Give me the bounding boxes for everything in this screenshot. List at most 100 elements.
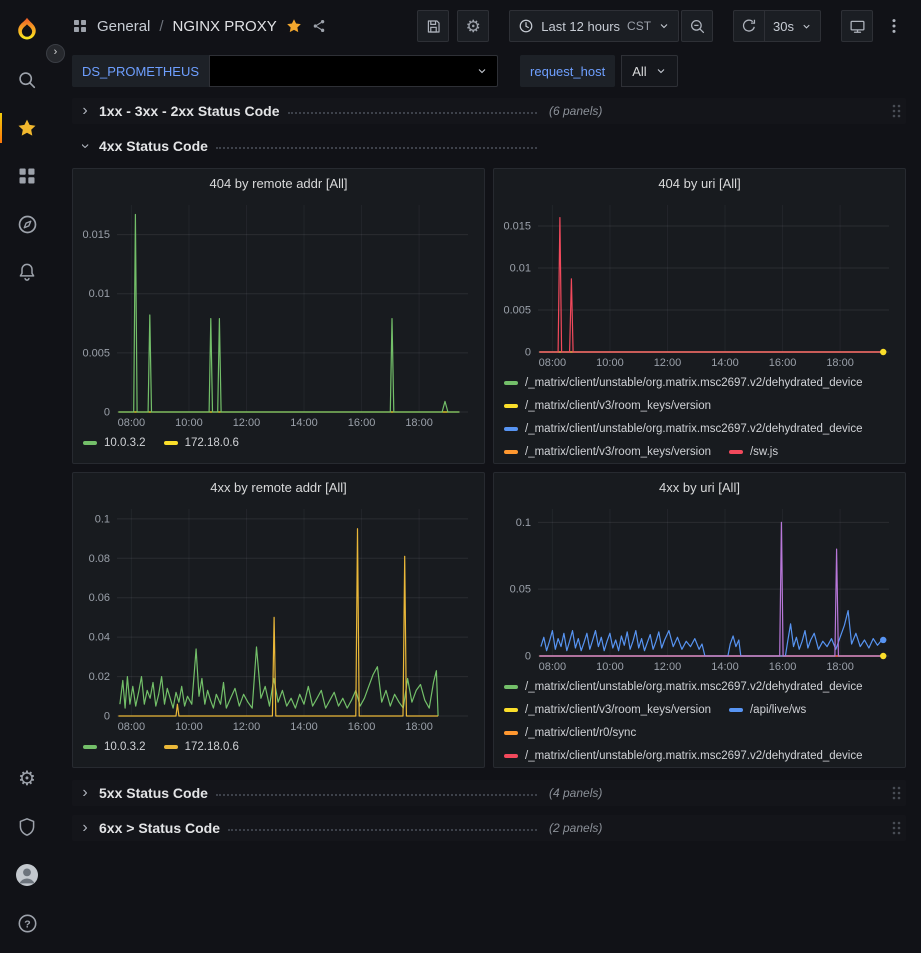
row-drag-handle-icon[interactable] <box>891 785 901 801</box>
request-host-value: All <box>632 64 646 79</box>
row-drag-handle-icon[interactable] <box>891 820 901 836</box>
legend-label: /_matrix/client/unstable/org.matrix.msc2… <box>525 750 863 762</box>
zoom-out-time-button[interactable] <box>681 10 713 42</box>
series-color-marker <box>83 745 97 749</box>
row-dots <box>216 794 537 796</box>
legend-item[interactable]: /_matrix/client/v3/room_keys/version <box>504 704 711 716</box>
row-panel-count: (2 panels) <box>549 821 602 835</box>
svg-text:18:00: 18:00 <box>826 357 854 369</box>
monitor-icon <box>849 18 866 35</box>
legend-item[interactable]: /_matrix/client/unstable/org.matrix.msc2… <box>504 423 863 435</box>
svg-text:08:00: 08:00 <box>118 417 146 429</box>
row-4xx[interactable]: › 4xx Status Code <box>72 133 906 159</box>
legend-row: /_matrix/client/unstable/org.matrix.msc2… <box>504 744 895 767</box>
row-5xx[interactable]: › 5xx Status Code (4 panels) <box>72 780 906 806</box>
legend-item[interactable]: /_matrix/client/r0/sync <box>504 727 636 739</box>
legend-label: /_matrix/client/unstable/org.matrix.msc2… <box>525 681 863 693</box>
legend-item[interactable]: /_matrix/client/v3/room_keys/version <box>504 446 711 458</box>
shield-icon <box>17 817 37 837</box>
legend-item[interactable]: /_matrix/client/unstable/org.matrix.msc2… <box>504 681 863 693</box>
apps-icon <box>17 166 37 186</box>
more-options-button[interactable] <box>881 10 907 42</box>
variable-label[interactable]: request_host <box>520 55 615 87</box>
sidebar-item-alerting[interactable] <box>5 248 49 296</box>
svg-text:16:00: 16:00 <box>348 417 376 429</box>
svg-text:0.01: 0.01 <box>89 288 110 300</box>
dashboard-settings-button[interactable]: ⚙ <box>457 10 489 42</box>
svg-text:18:00: 18:00 <box>405 721 433 733</box>
row-drag-handle-icon[interactable] <box>891 103 901 119</box>
svg-text:?: ? <box>24 918 30 930</box>
panel-404-by-remote-addr: 404 by remote addr [All] 00.0050.010.015… <box>72 168 485 464</box>
time-range-picker[interactable]: Last 12 hours CST <box>509 10 679 42</box>
sidebar-item-help[interactable]: ? <box>5 899 49 947</box>
chart-legend: /_matrix/client/unstable/org.matrix.msc2… <box>494 673 905 767</box>
refresh-button[interactable] <box>733 10 765 42</box>
svg-text:16:00: 16:00 <box>769 661 797 673</box>
svg-text:0.1: 0.1 <box>95 513 110 525</box>
legend-item[interactable]: /_matrix/client/unstable/org.matrix.msc2… <box>504 750 863 762</box>
legend-row: /_matrix/client/unstable/org.matrix.msc2… <box>504 371 895 394</box>
panel-title[interactable]: 404 by uri [All] <box>494 169 905 197</box>
legend-label: /sw.js <box>750 446 778 458</box>
row-dots <box>228 829 537 831</box>
legend-label: 10.0.3.2 <box>104 437 146 449</box>
legend-item[interactable]: 172.18.0.6 <box>164 741 239 753</box>
page-title[interactable]: NGINX PROXY <box>173 18 277 35</box>
refresh-icon <box>741 18 757 34</box>
svg-text:14:00: 14:00 <box>711 357 739 369</box>
legend-item[interactable]: /_matrix/client/v3/room_keys/version <box>504 400 711 412</box>
variable-request-host: request_host All <box>520 55 678 87</box>
cycle-view-mode-button[interactable] <box>841 10 873 42</box>
variable-ds-prometheus: DS_PROMETHEUS <box>72 55 498 87</box>
svg-text:0: 0 <box>104 711 110 723</box>
row-6xx[interactable]: › 6xx > Status Code (2 panels) <box>72 815 906 841</box>
chevron-down-icon <box>658 20 670 32</box>
panel-title[interactable]: 404 by remote addr [All] <box>73 169 484 197</box>
chevron-down-icon: › <box>77 138 93 154</box>
sidebar-item-search[interactable] <box>5 56 49 104</box>
sidebar-item-server-admin[interactable] <box>5 803 49 851</box>
svg-text:0: 0 <box>525 651 531 663</box>
sidebar-item-configuration[interactable]: ⚙ <box>5 755 49 803</box>
breadcrumb-folder[interactable]: General <box>97 18 150 35</box>
kebab-icon <box>887 17 901 35</box>
svg-text:12:00: 12:00 <box>233 721 261 733</box>
sidebar-expand-toggle[interactable]: › <box>46 44 65 63</box>
grafana-logo[interactable] <box>5 8 49 52</box>
ds-prometheus-select[interactable] <box>209 55 498 87</box>
sidebar-item-profile[interactable] <box>5 851 49 899</box>
svg-text:0.005: 0.005 <box>503 305 531 317</box>
panel-4xx-by-uri: 4xx by uri [All] 00.050.108:0010:0012:00… <box>493 472 906 768</box>
chart-canvas-4xx-by-remote-addr[interactable]: 00.020.040.060.080.108:0010:0012:0014:00… <box>79 501 478 733</box>
share-icon[interactable] <box>311 18 327 34</box>
timezone-label: CST <box>627 19 651 33</box>
request-host-select[interactable]: All <box>621 55 677 87</box>
chart-canvas-404-by-uri[interactable]: 00.0050.010.01508:0010:0012:0014:0016:00… <box>500 197 899 369</box>
refresh-interval-dropdown[interactable]: 30s <box>765 10 821 42</box>
sidebar-item-explore[interactable] <box>5 200 49 248</box>
panel-title[interactable]: 4xx by remote addr [All] <box>73 473 484 501</box>
chart-canvas-404-by-remote-addr[interactable]: 00.0050.010.01508:0010:0012:0014:0016:00… <box>79 197 478 429</box>
row-1xx-3xx-2xx[interactable]: › 1xx - 3xx - 2xx Status Code (6 panels) <box>72 98 906 124</box>
legend-item[interactable]: /_matrix/client/unstable/org.matrix.msc2… <box>504 377 863 389</box>
chart-canvas-4xx-by-uri[interactable]: 00.050.108:0010:0012:0014:0016:0018:00 <box>500 501 899 673</box>
series-color-marker <box>504 381 518 385</box>
variable-label[interactable]: DS_PROMETHEUS <box>72 55 209 87</box>
save-dashboard-button[interactable] <box>417 10 449 42</box>
svg-text:12:00: 12:00 <box>654 357 682 369</box>
sidebar-item-starred[interactable] <box>5 104 49 152</box>
legend-item[interactable]: /api/live/ws <box>729 704 806 716</box>
svg-text:14:00: 14:00 <box>711 661 739 673</box>
search-icon <box>17 70 37 90</box>
panel-title[interactable]: 4xx by uri [All] <box>494 473 905 501</box>
legend-item[interactable]: 172.18.0.6 <box>164 437 239 449</box>
sidebar-item-dashboards[interactable] <box>5 152 49 200</box>
legend-item[interactable]: 10.0.3.2 <box>83 741 146 753</box>
legend-label: /_matrix/client/unstable/org.matrix.msc2… <box>525 377 863 389</box>
compass-icon <box>17 214 38 235</box>
favorite-star-icon[interactable] <box>286 18 302 34</box>
svg-text:0.01: 0.01 <box>510 263 531 275</box>
legend-item[interactable]: /sw.js <box>729 446 778 458</box>
legend-item[interactable]: 10.0.3.2 <box>83 437 146 449</box>
